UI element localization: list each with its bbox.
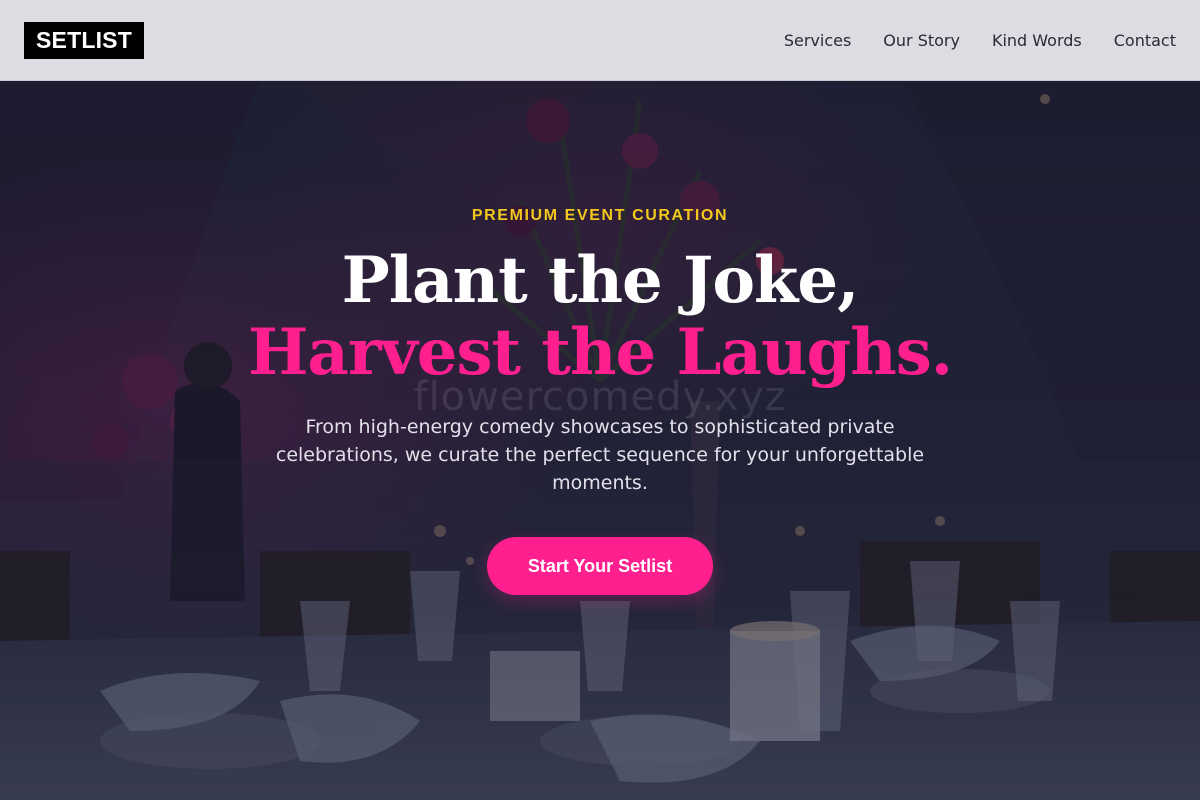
headline-line-1: Plant the Joke,: [341, 243, 860, 318]
nav-link-kind-words[interactable]: Kind Words: [992, 31, 1082, 50]
hero-eyebrow: PREMIUM EVENT CURATION: [471, 207, 729, 224]
logo[interactable]: SETLIST: [24, 21, 144, 59]
nav-link-services[interactable]: Services: [784, 31, 851, 50]
site-header: SETLIST Services Our Story Kind Words Co…: [0, 0, 1200, 81]
nav-link-contact[interactable]: Contact: [1114, 31, 1176, 50]
start-setlist-button[interactable]: Start Your Setlist: [487, 537, 713, 595]
hero-description: From high-energy comedy showcases to sop…: [275, 416, 925, 494]
hero-section: PREMIUM EVENT CURATION Plant the Joke, H…: [0, 81, 1200, 800]
nav-link-our-story[interactable]: Our Story: [883, 31, 960, 50]
main-nav: Services Our Story Kind Words Contact: [784, 31, 1176, 50]
hero-headline: Plant the Joke, Harvest the Laughs.: [0, 245, 1200, 389]
